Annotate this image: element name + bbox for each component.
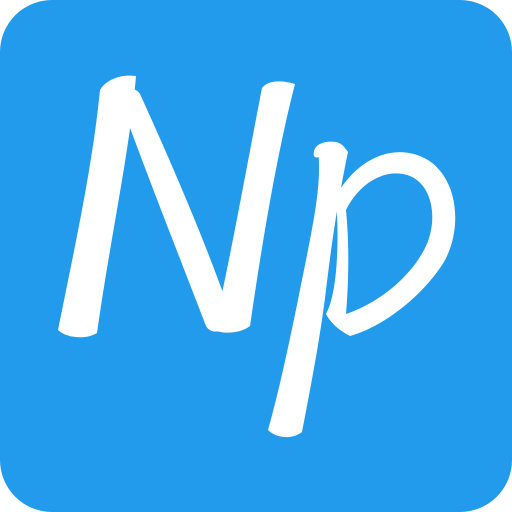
app-icon[interactable] bbox=[0, 0, 512, 512]
np-logo-icon bbox=[0, 0, 512, 512]
